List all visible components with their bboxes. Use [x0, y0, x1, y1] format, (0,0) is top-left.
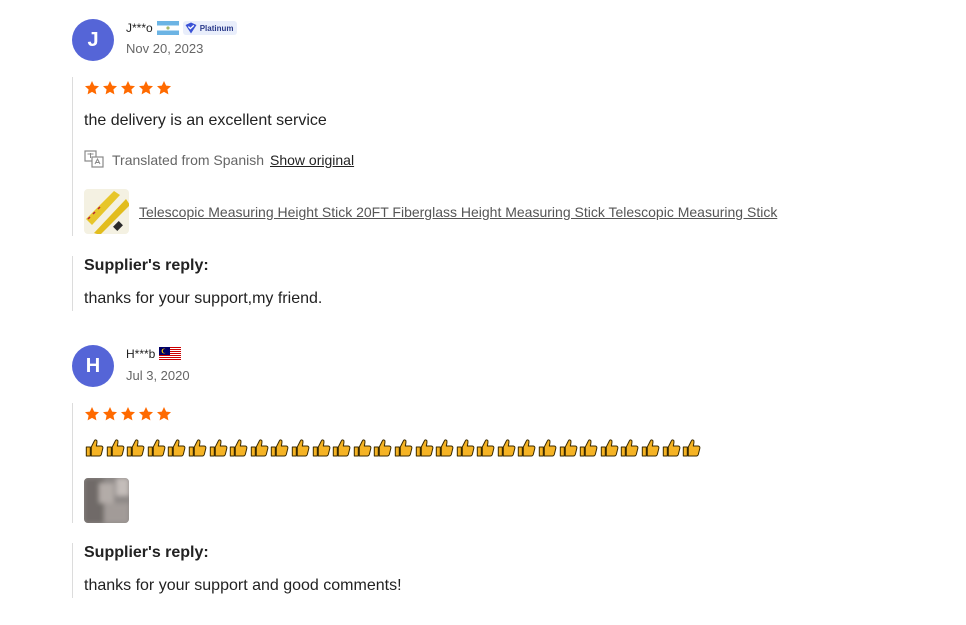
thumbs-up-icon	[580, 439, 598, 457]
review-body: the delivery is an excellent service Tra…	[72, 77, 777, 236]
star-icon	[85, 81, 99, 95]
avatar: H	[72, 345, 114, 387]
thumbs-up-icon	[271, 439, 289, 457]
avatar-initial: H	[85, 354, 101, 377]
thumbs-up-icon	[415, 439, 433, 457]
reply-text: thanks for your support,my friend.	[84, 290, 323, 307]
badge-label: Platinum	[199, 23, 234, 33]
thumbs-up-icon	[168, 439, 186, 457]
thumbs-up-icon	[435, 439, 454, 457]
reviewer-name-row: H***b	[126, 347, 182, 361]
star-icon	[121, 407, 135, 421]
thumbs-up-icon	[229, 439, 248, 457]
thumbs-up-icon	[147, 439, 166, 457]
review-date: Jul 3, 2020	[126, 368, 190, 383]
star-rating	[84, 80, 172, 96]
star-icon	[157, 407, 171, 421]
thumbs-up-icon	[477, 439, 495, 457]
reply-text: thanks for your support and good comment…	[84, 577, 402, 594]
flag-icon	[156, 21, 179, 35]
thumbs-up-icon	[621, 439, 639, 457]
translation-row: Translated from Spanish Show original	[84, 150, 354, 170]
review-date: Nov 20, 2023	[126, 41, 204, 56]
star-icon	[121, 81, 135, 95]
avatar-initial: J	[87, 28, 99, 51]
platinum-badge: Platinum	[182, 21, 238, 35]
thumbs-up-icon	[538, 439, 557, 457]
star-rating	[84, 406, 172, 422]
thumbs-up-icon	[518, 439, 536, 457]
star-icon	[139, 81, 153, 95]
thumbs-up-icon	[641, 439, 660, 457]
review-text: the delivery is an excellent service	[84, 112, 327, 129]
reviewer-name-row: J***o Platinum	[126, 21, 238, 35]
star-icon	[103, 407, 117, 421]
thumbs-up-icon	[600, 439, 619, 457]
avatar: J	[72, 19, 114, 61]
product-image	[84, 189, 129, 234]
star-icon	[103, 81, 117, 95]
thumbs-up-icon	[662, 439, 681, 457]
reply-title: Supplier's reply:	[84, 544, 209, 561]
review-photo[interactable]	[84, 478, 129, 523]
product-link[interactable]: Telescopic Measuring Height Stick 20FT F…	[139, 204, 777, 220]
verified-badge-icon	[185, 22, 197, 34]
thumbs-up-icon	[456, 439, 475, 457]
product-row[interactable]: Telescopic Measuring Height Stick 20FT F…	[84, 189, 777, 234]
flag-icon	[159, 347, 182, 361]
thumbs-up-icon	[188, 439, 207, 457]
thumbs-up-icon	[126, 439, 145, 457]
translate-icon	[84, 150, 104, 168]
review-body	[72, 403, 701, 523]
thumbs-up-icon	[683, 439, 701, 457]
thumbs-up-icon	[312, 439, 330, 457]
star-icon	[85, 407, 99, 421]
star-icon	[157, 81, 171, 95]
thumbs-up-icon	[559, 439, 578, 457]
supplier-reply: Supplier's reply: thanks for your suppor…	[72, 256, 322, 311]
thumbs-up-icon	[291, 439, 310, 457]
star-icon	[139, 407, 153, 421]
product-thumbnail[interactable]	[84, 189, 129, 234]
thumbs-up-icon	[394, 439, 413, 457]
thumbs-up-icon	[332, 439, 351, 457]
translation-note: Translated from Spanish	[112, 152, 264, 168]
supplier-reply: Supplier's reply: thanks for your suppor…	[72, 543, 402, 598]
thumbs-up-icon	[374, 439, 392, 457]
show-original-link[interactable]: Show original	[270, 152, 354, 168]
thumbs-up-icon	[106, 439, 124, 457]
reviewer-name: H***b	[126, 347, 156, 361]
thumbs-up-icon	[353, 439, 372, 457]
reviewer-name: J***o	[126, 21, 153, 35]
thumbs-up-row	[84, 438, 702, 458]
thumbs-up-icon	[250, 439, 269, 457]
review-photo-image	[84, 478, 129, 523]
reply-title: Supplier's reply:	[84, 257, 209, 274]
thumbs-up-icon	[497, 439, 516, 457]
thumbs-up-icon	[209, 439, 227, 457]
thumbs-up-icon	[85, 439, 104, 457]
